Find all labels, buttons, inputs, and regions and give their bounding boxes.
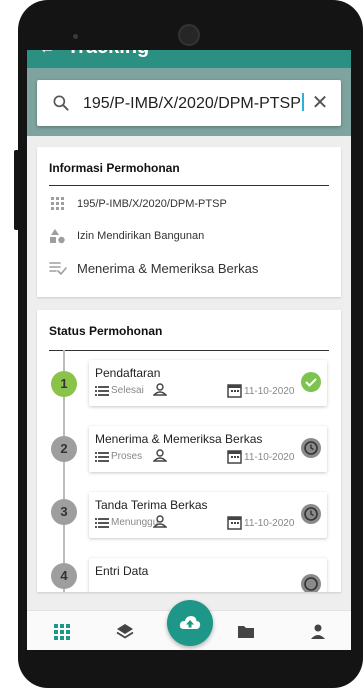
clock-icon [301, 574, 321, 592]
step-number-badge: 3 [51, 499, 77, 525]
status-card-title: Status Permohonan [49, 324, 163, 338]
step-name: Tanda Terima Berkas [95, 498, 208, 512]
calendar-icon [227, 384, 242, 398]
step-date: 11-10-2020 [244, 518, 295, 529]
page-title: Tracking [67, 50, 149, 59]
person-icon [153, 515, 167, 528]
info-row-stage: Menerima & Memeriksa Berkas [49, 260, 258, 276]
step-number-badge: 2 [51, 436, 77, 462]
step-status: Selesai [95, 385, 144, 396]
current-stage: Menerima & Memeriksa Berkas [77, 260, 259, 276]
status-card: Status Permohonan 1 Pendaftaran Selesai … [37, 310, 341, 592]
checklist-icon [49, 262, 67, 276]
person-icon [153, 449, 167, 462]
sensor-dot [73, 34, 78, 39]
step-number-badge: 1 [51, 371, 77, 397]
info-card-title: Informasi Permohonan [49, 161, 180, 175]
step-date: 11-10-2020 [244, 386, 295, 397]
check-circle-icon [301, 372, 321, 392]
grid-icon [51, 197, 64, 210]
layers-icon[interactable] [116, 623, 134, 641]
upload-fab-button[interactable] [167, 600, 213, 646]
info-card: Informasi Permohonan 195/P-IMB/X/2020/DP… [37, 147, 341, 297]
search-icon [53, 95, 69, 111]
info-row-permit: Izin Mendirikan Bangunan [49, 228, 204, 244]
step-item[interactable]: Menerima & Memeriksa Berkas Proses 11-10… [89, 426, 327, 472]
list-icon [95, 451, 109, 462]
step-item[interactable]: Tanda Terima Berkas Menunggu 11-10-2020 [89, 492, 327, 538]
step-status-text: Selesai [111, 385, 144, 396]
step-item[interactable]: Pendaftaran Selesai 11-10-2020 [89, 360, 327, 406]
step-status-text: Menunggu [111, 517, 159, 528]
clock-icon [301, 438, 321, 458]
folder-icon[interactable] [237, 623, 255, 641]
close-icon[interactable]: ✕ [309, 92, 331, 114]
permit-type: Izin Mendirikan Bangunan [77, 230, 205, 242]
divider [49, 350, 329, 351]
search-bar[interactable]: 195/P-IMB/X/2020/DPM-PTSP ✕ [37, 80, 341, 126]
phone-frame: ← Tracking 195/P-IMB/X/2020/DPM-PTSP ✕ I… [0, 0, 363, 692]
step-item[interactable]: Entri Data [89, 558, 327, 592]
list-icon [95, 517, 109, 528]
search-input[interactable]: 195/P-IMB/X/2020/DPM-PTSP [83, 93, 304, 113]
grid-icon[interactable] [53, 623, 71, 641]
step-name: Pendaftaran [95, 366, 161, 380]
back-arrow-icon[interactable]: ← [39, 50, 55, 58]
step-number-badge: 4 [51, 563, 77, 589]
step-status: Proses [95, 451, 142, 462]
cloud-upload-icon [179, 616, 201, 629]
calendar-icon [227, 450, 242, 464]
text-caret [301, 93, 304, 111]
info-row-number: 195/P-IMB/X/2020/DPM-PTSP [49, 196, 227, 212]
registration-number: 195/P-IMB/X/2020/DPM-PTSP [77, 198, 227, 210]
step-name: Menerima & Memeriksa Berkas [95, 432, 263, 446]
clock-icon [301, 504, 321, 524]
list-icon [95, 385, 109, 396]
calendar-icon [227, 516, 242, 530]
step-date: 11-10-2020 [244, 452, 295, 463]
person-icon [153, 383, 167, 396]
front-camera [178, 24, 200, 46]
step-status-text: Proses [111, 451, 143, 462]
step-name: Entri Data [95, 564, 149, 578]
person-icon[interactable] [309, 623, 327, 641]
app-screen: ← Tracking 195/P-IMB/X/2020/DPM-PTSP ✕ I… [27, 50, 351, 650]
divider [49, 185, 329, 186]
shapes-icon [50, 229, 65, 244]
step-status: Menunggu [95, 517, 158, 528]
